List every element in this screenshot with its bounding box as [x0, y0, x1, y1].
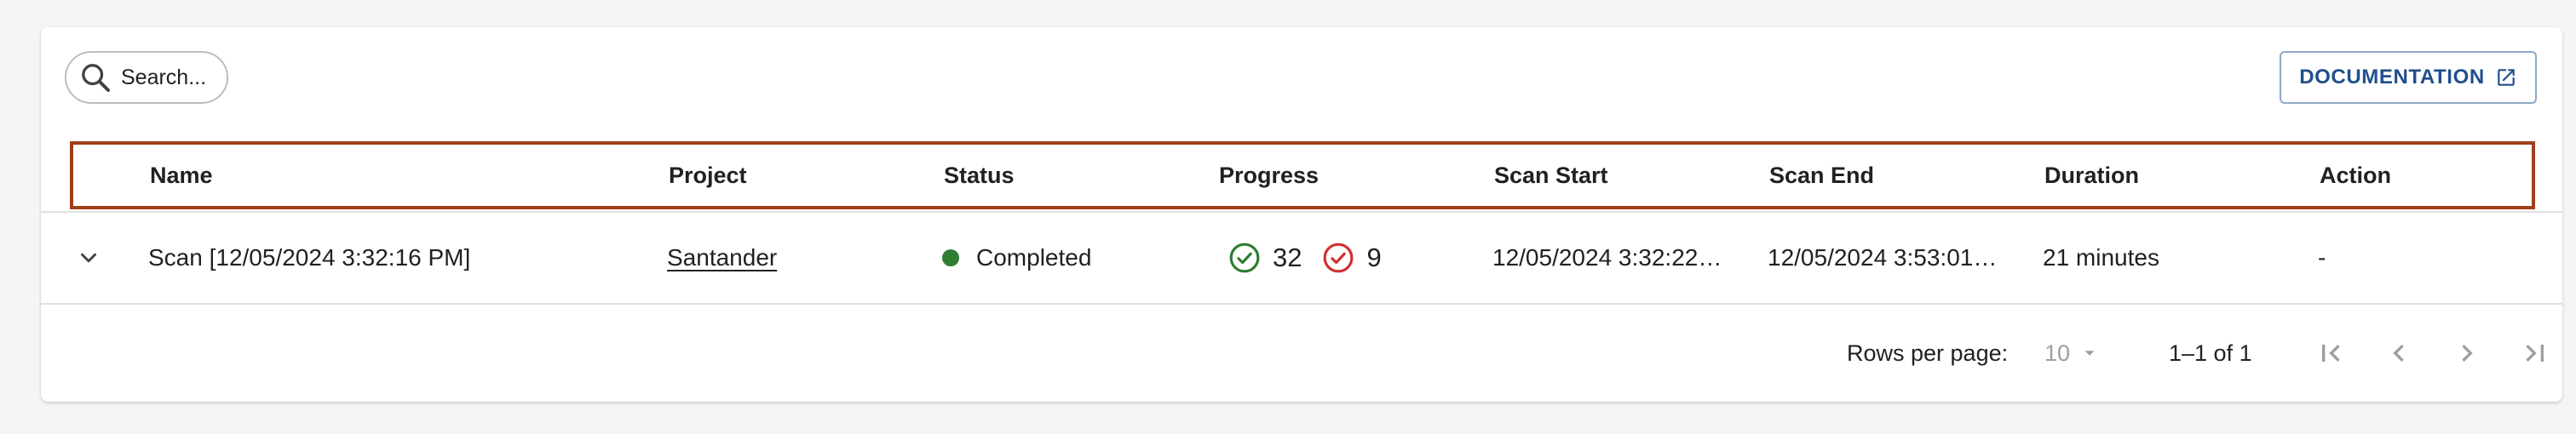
status-badge: Completed	[942, 213, 1091, 303]
documentation-button[interactable]: DOCUMENTATION	[2280, 51, 2537, 104]
first-page-icon	[2322, 345, 2340, 362]
row-action: -	[2318, 244, 2326, 271]
status-dot	[942, 249, 959, 266]
documentation-label: DOCUMENTATION	[2299, 66, 2485, 89]
progress-summary: 32 9	[1228, 213, 1402, 303]
next-page-button[interactable]	[2450, 305, 2484, 402]
column-header-name[interactable]: Name	[150, 145, 213, 206]
scan-duration: 21 minutes	[2043, 244, 2159, 271]
scan-end-time: 12/05/2024 3:53:01…	[1768, 244, 1998, 271]
chevron-left-icon	[2393, 345, 2404, 362]
scan-name: Scan [12/05/2024 3:32:16 PM]	[148, 244, 471, 271]
external-link-icon	[2498, 69, 2515, 86]
dropdown-arrow-icon	[2084, 351, 2095, 356]
scans-table-card: Search... DOCUMENTATION Name Project Sta…	[41, 27, 2562, 402]
table-pagination: Rows per page: 10 1–1 of 1	[41, 305, 2562, 402]
project-link[interactable]: Santander	[667, 213, 777, 303]
chevron-down-icon	[81, 253, 96, 263]
table-header-row: Name Project Status Progress Scan Start …	[70, 141, 2535, 209]
failed-check-icon	[1324, 243, 1354, 273]
project-link-label: Santander	[667, 244, 778, 271]
column-header-status[interactable]: Status	[944, 145, 1015, 206]
passed-check-icon	[1229, 243, 1260, 273]
rows-per-page-select[interactable]: 10	[2044, 305, 2099, 402]
column-header-project[interactable]: Project	[669, 145, 747, 206]
passed-count: 32	[1273, 243, 1302, 272]
column-header-action: Action	[2320, 162, 2391, 188]
search-icon	[82, 64, 110, 92]
column-header-progress[interactable]: Progress	[1219, 145, 1319, 206]
last-page-icon	[2526, 345, 2544, 362]
column-header-duration[interactable]: Duration	[2044, 145, 2139, 206]
first-page-button[interactable]	[2314, 305, 2348, 402]
table-row[interactable]: Scan [12/05/2024 3:32:16 PM] Santander C…	[41, 213, 2562, 303]
search-input[interactable]: Search...	[65, 51, 228, 104]
expand-row-button[interactable]	[73, 213, 104, 303]
rows-per-page-label: Rows per page:	[1847, 340, 2009, 366]
column-header-scan-end[interactable]: Scan End	[1769, 145, 1874, 206]
failed-count: 9	[1366, 243, 1382, 272]
last-page-button[interactable]	[2518, 305, 2552, 402]
table-toolbar: Search... DOCUMENTATION	[41, 27, 2562, 141]
scan-start-time: 12/05/2024 3:32:22…	[1492, 244, 1722, 271]
chevron-right-icon	[2462, 345, 2473, 362]
pagination-range: 1–1 of 1	[2169, 340, 2252, 366]
search-placeholder: Search...	[121, 65, 207, 89]
column-header-scan-start[interactable]: Scan Start	[1494, 145, 1608, 206]
previous-page-button[interactable]	[2382, 305, 2416, 402]
rows-per-page-value: 10	[2044, 340, 2071, 366]
status-label: Completed	[976, 244, 1092, 271]
